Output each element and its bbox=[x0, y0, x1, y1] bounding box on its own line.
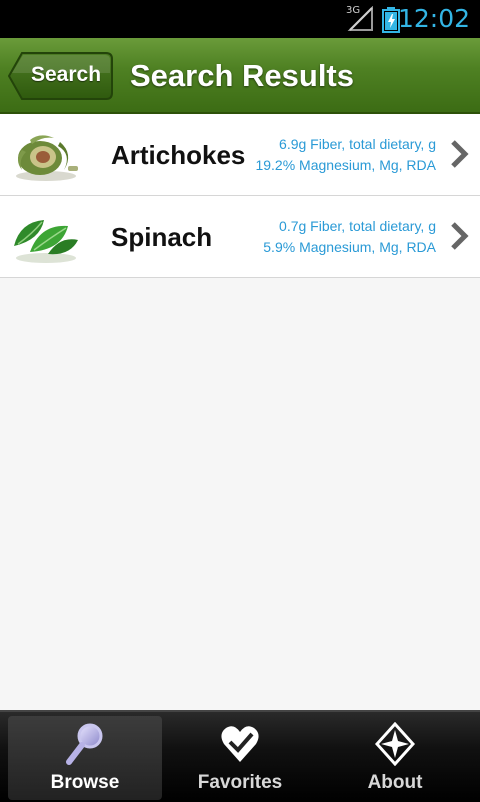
tab-label: Browse bbox=[50, 772, 120, 793]
compass-star-icon bbox=[375, 722, 415, 766]
clock: 12:02 bbox=[397, 4, 470, 33]
bottom-tab-bar: Browse Favorites About bbox=[0, 710, 480, 802]
artichoke-icon bbox=[16, 135, 78, 181]
tab-favorites[interactable]: Favorites bbox=[163, 716, 317, 800]
tab-browse[interactable]: Browse bbox=[8, 716, 162, 800]
tab-label: Favorites bbox=[197, 772, 283, 793]
back-button-label: Search bbox=[31, 63, 102, 86]
nutrient-magnesium: 5.9% Magnesium, Mg, RDA bbox=[263, 239, 436, 255]
list-item-artichokes[interactable]: Artichokes 6.9g Fiber, total dietary, g … bbox=[0, 114, 480, 196]
results-list: Artichokes 6.9g Fiber, total dietary, g … bbox=[0, 114, 480, 278]
heart-check-icon bbox=[221, 726, 259, 762]
magnifier-icon bbox=[66, 723, 103, 765]
nutrient-fiber: 0.7g Fiber, total dietary, g bbox=[279, 218, 436, 234]
spinach-icon bbox=[14, 220, 78, 263]
page-title: Search Results bbox=[130, 58, 354, 93]
back-search-button[interactable]: Search bbox=[8, 51, 114, 101]
list-item-spinach[interactable]: Spinach 0.7g Fiber, total dietary, g 5.9… bbox=[0, 196, 480, 278]
action-bar: Search Search Results bbox=[0, 38, 480, 114]
signal-icon bbox=[347, 6, 373, 31]
nutrient-magnesium: 19.2% Magnesium, Mg, RDA bbox=[255, 157, 436, 173]
item-name: Spinach bbox=[111, 222, 213, 252]
status-bar: 3G 12:02 bbox=[0, 0, 480, 38]
tab-label: About bbox=[367, 772, 423, 793]
tab-about[interactable]: About bbox=[318, 716, 472, 800]
nutrient-summary: 6.9g Fiber, total dietary, g 19.2% Magne… bbox=[236, 134, 436, 176]
chevron-right-icon bbox=[451, 140, 469, 168]
chevron-right-icon bbox=[451, 222, 469, 250]
nutrient-fiber: 6.9g Fiber, total dietary, g bbox=[279, 136, 436, 152]
item-name: Artichokes bbox=[111, 140, 246, 170]
nutrient-summary: 0.7g Fiber, total dietary, g 5.9% Magnes… bbox=[236, 216, 436, 258]
